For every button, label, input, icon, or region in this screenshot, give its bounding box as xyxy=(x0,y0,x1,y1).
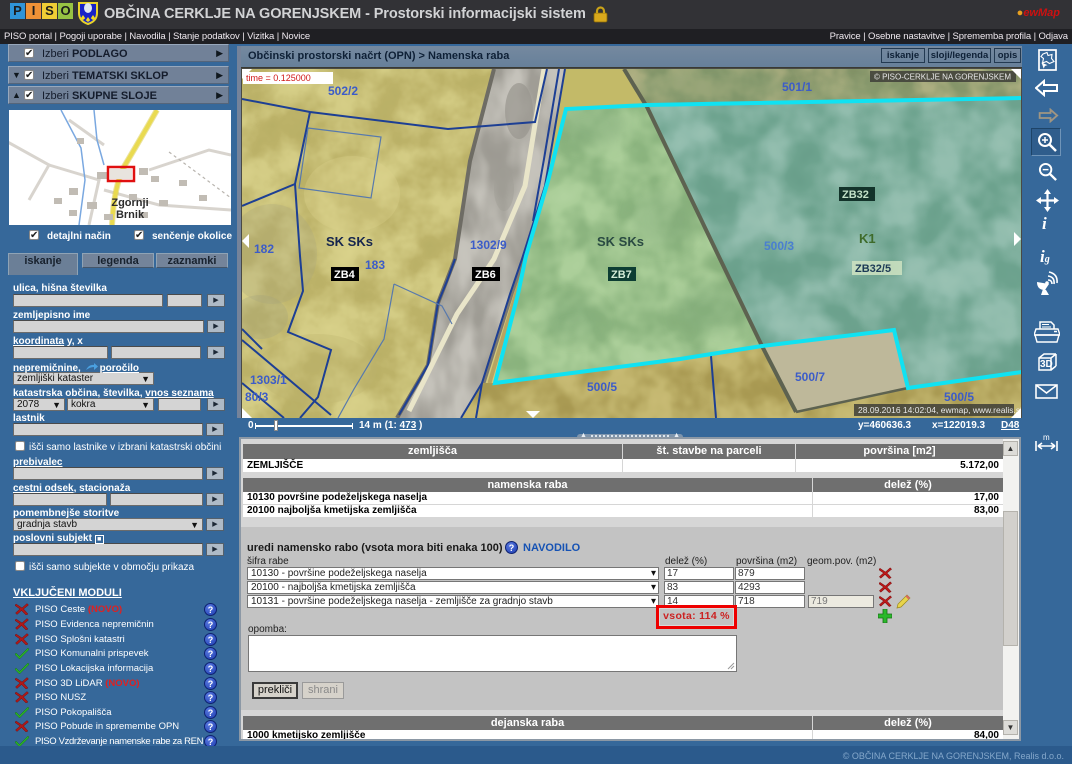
svg-text:501/1: 501/1 xyxy=(782,80,812,94)
svg-text:SK SKs: SK SKs xyxy=(597,234,644,249)
svg-text:500/7: 500/7 xyxy=(795,370,825,384)
svg-text:Zgornji: Zgornji xyxy=(111,197,148,209)
svg-text:1302/9: 1302/9 xyxy=(470,238,507,252)
svg-text:m: m xyxy=(1043,433,1050,442)
svg-text:K1: K1 xyxy=(859,231,876,246)
svg-text:80/3: 80/3 xyxy=(245,390,269,404)
svg-text:182: 182 xyxy=(254,242,274,256)
svg-text:ZB32: ZB32 xyxy=(842,189,869,201)
svg-text:ZB4: ZB4 xyxy=(334,269,356,281)
svg-text:SK SKs: SK SKs xyxy=(326,234,373,249)
svg-text:© PISO-CERKLJE NA GORENJSKEM: © PISO-CERKLJE NA GORENJSKEM xyxy=(874,73,1011,82)
svg-text:502/2: 502/2 xyxy=(328,84,358,98)
svg-text:3D: 3D xyxy=(1040,359,1053,370)
svg-text:ZB6: ZB6 xyxy=(475,269,496,281)
svg-text:1303/1: 1303/1 xyxy=(250,373,287,387)
svg-text:ZB7: ZB7 xyxy=(611,269,632,281)
svg-text:Brnik: Brnik xyxy=(116,209,145,221)
svg-text:28.09.2016 14:02:04, ewmap, ww: 28.09.2016 14:02:04, ewmap, www.realis.s… xyxy=(858,405,1021,415)
svg-text:500/5: 500/5 xyxy=(944,390,974,404)
svg-text:183: 183 xyxy=(365,258,385,272)
svg-text:time = 0.125000: time = 0.125000 xyxy=(246,73,311,83)
svg-text:500/5: 500/5 xyxy=(587,380,617,394)
svg-text:500/3: 500/3 xyxy=(764,239,794,253)
svg-text:ZB32/5: ZB32/5 xyxy=(855,263,891,275)
